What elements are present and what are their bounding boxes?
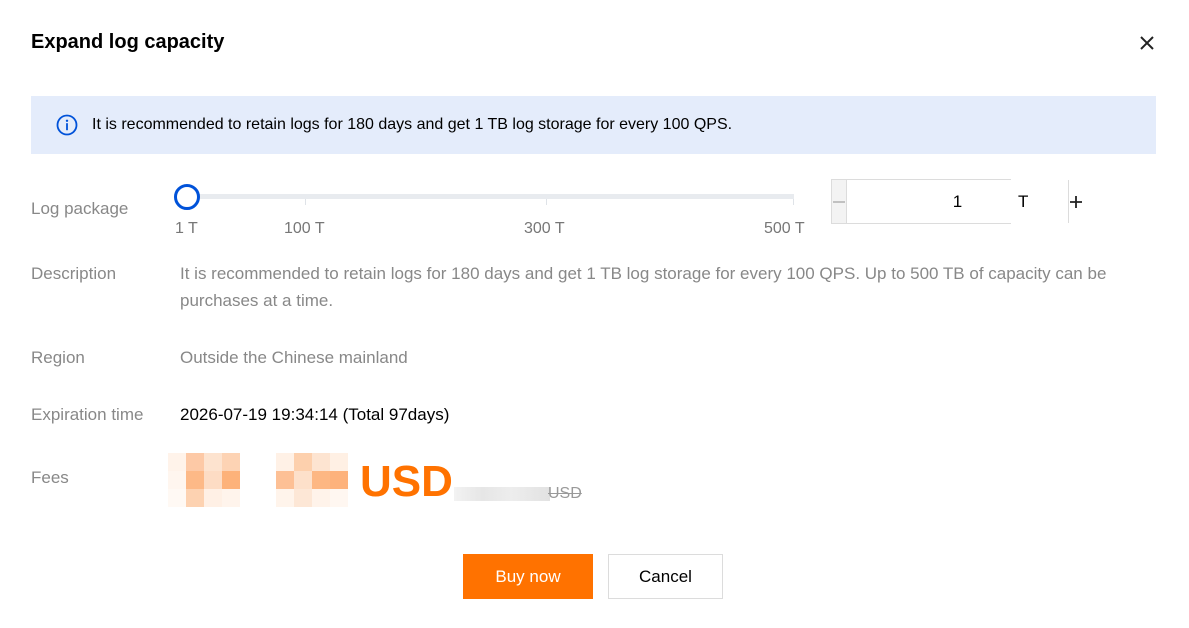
fee-currency: USD	[360, 457, 453, 506]
slider-tick	[546, 199, 547, 205]
description-value: It is recommended to retain logs for 180…	[180, 264, 1107, 310]
slider-tick-label: 1 T	[175, 220, 198, 237]
region-label: Region	[31, 348, 85, 367]
description-label: Description	[31, 264, 117, 283]
notice-text: It is recommended to retain logs for 180…	[92, 116, 733, 133]
close-icon	[1140, 36, 1154, 50]
slider-tick	[305, 199, 306, 205]
slider-tick-label: 300 T	[524, 220, 565, 237]
slider-tick-label: 500 T	[764, 220, 805, 237]
slider-tick-label: 100 T	[284, 220, 325, 237]
original-price-currency: USD	[548, 485, 582, 502]
close-button[interactable]	[1133, 29, 1161, 57]
redacted-price-block	[276, 453, 348, 507]
recommendation-notice: It is recommended to retain logs for 180…	[31, 96, 1156, 154]
redacted-original-price	[454, 487, 550, 501]
unit-label: T	[1018, 192, 1029, 211]
slider-thumb[interactable]	[174, 184, 200, 210]
plus-icon	[1070, 195, 1082, 208]
minus-icon	[833, 200, 845, 203]
region-value: Outside the Chinese mainland	[180, 348, 408, 367]
quantity-stepper	[831, 179, 1082, 224]
quantity-input[interactable]	[847, 180, 1068, 223]
dialog-title: Expand log capacity	[31, 31, 225, 53]
log-package-slider[interactable]: 1 T 100 T 300 T 500 T	[173, 181, 813, 241]
redacted-price-block	[168, 453, 240, 507]
log-package-label: Log package	[31, 199, 129, 218]
info-icon	[56, 114, 78, 136]
expiration-value: 2026-07-19 19:34:14 (Total 97days)	[180, 405, 450, 424]
slider-tick	[793, 199, 794, 205]
increment-button[interactable]	[1068, 180, 1083, 223]
slider-track[interactable]	[186, 194, 794, 199]
buy-now-button[interactable]: Buy now	[463, 554, 593, 599]
expiration-label: Expiration time	[31, 405, 144, 424]
decrement-button[interactable]	[832, 180, 847, 223]
fees-label: Fees	[31, 468, 69, 487]
expand-log-capacity-dialog: Expand log capacity It is recommended to…	[0, 0, 1189, 628]
cancel-button[interactable]: Cancel	[608, 554, 723, 599]
